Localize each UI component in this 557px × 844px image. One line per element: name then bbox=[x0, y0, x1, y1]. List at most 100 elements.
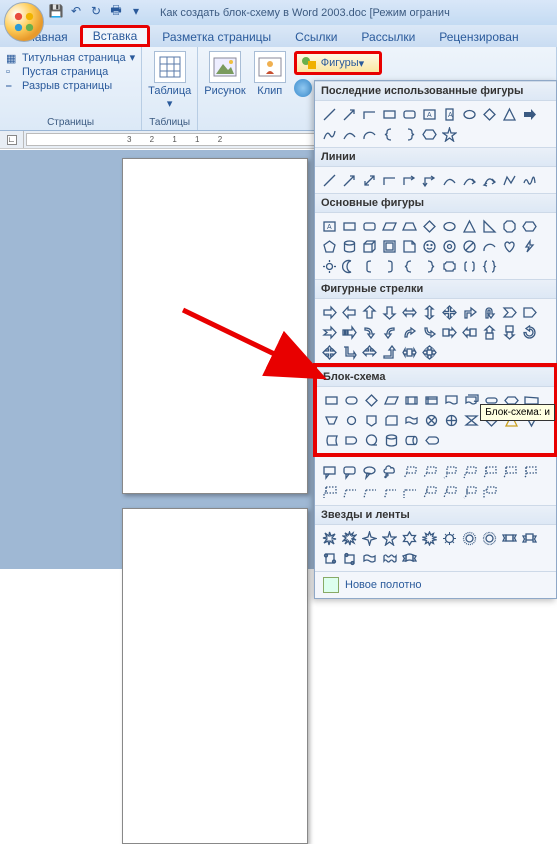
ar-bent[interactable] bbox=[460, 303, 478, 321]
st-curveribbon[interactable] bbox=[400, 549, 418, 567]
st-8pt[interactable] bbox=[420, 529, 438, 547]
b-bolt[interactable] bbox=[520, 237, 538, 255]
ar-call-lr[interactable] bbox=[400, 343, 418, 361]
ruler-toggle[interactable]: ∟ bbox=[7, 135, 17, 145]
ar-lr[interactable] bbox=[400, 303, 418, 321]
line-curve[interactable] bbox=[440, 171, 458, 189]
ar-call-r[interactable] bbox=[440, 323, 458, 341]
fc-data[interactable] bbox=[382, 391, 400, 409]
ar-lrud[interactable] bbox=[320, 343, 338, 361]
b-diamond[interactable] bbox=[420, 217, 438, 235]
shape-star[interactable] bbox=[440, 125, 458, 143]
line-straight[interactable] bbox=[320, 171, 338, 189]
shape-arrow-r[interactable] bbox=[520, 105, 538, 123]
st-scroll-h[interactable] bbox=[340, 549, 358, 567]
line-curve-double[interactable] bbox=[480, 171, 498, 189]
clip-button[interactable]: Клип bbox=[254, 51, 286, 97]
shape-ellipse[interactable] bbox=[460, 105, 478, 123]
fc-directacc[interactable] bbox=[402, 431, 420, 449]
co-l1[interactable] bbox=[400, 463, 418, 481]
b-text[interactable]: A bbox=[320, 217, 338, 235]
line-arrow[interactable] bbox=[340, 171, 358, 189]
line-elbow-arrow[interactable] bbox=[400, 171, 418, 189]
page-break-button[interactable]: ⎯Разрыв страницы bbox=[6, 80, 135, 92]
fc-multidoc[interactable] bbox=[462, 391, 480, 409]
fc-collate[interactable] bbox=[462, 411, 480, 429]
qat-dropdown-icon[interactable]: ▾ bbox=[128, 3, 144, 19]
co-a3[interactable] bbox=[520, 463, 538, 481]
print-icon[interactable]: 🖶 bbox=[108, 3, 124, 19]
ar-call-quad[interactable] bbox=[420, 343, 438, 361]
ar-d[interactable] bbox=[380, 303, 398, 321]
co-l4[interactable] bbox=[460, 463, 478, 481]
b-rbrace2[interactable] bbox=[420, 257, 438, 275]
co-c1[interactable] bbox=[420, 483, 438, 501]
co-a1[interactable] bbox=[480, 463, 498, 481]
ar-ud[interactable] bbox=[420, 303, 438, 321]
co-rect[interactable] bbox=[320, 463, 338, 481]
b-sun[interactable] bbox=[320, 257, 338, 275]
b-ellipse[interactable] bbox=[440, 217, 458, 235]
b-pent[interactable] bbox=[320, 237, 338, 255]
co-a2[interactable] bbox=[500, 463, 518, 481]
ar-pent[interactable] bbox=[520, 303, 538, 321]
fc-tape[interactable] bbox=[402, 411, 420, 429]
tab-insert[interactable]: Вставка bbox=[80, 25, 151, 47]
st-5pt[interactable] bbox=[380, 529, 398, 547]
co-b3[interactable] bbox=[380, 483, 398, 501]
ar-uturn[interactable] bbox=[480, 303, 498, 321]
shape-diamond[interactable] bbox=[480, 105, 498, 123]
shape-vtext[interactable]: A bbox=[440, 105, 458, 123]
ar-r[interactable] bbox=[320, 303, 338, 321]
ar-lru[interactable] bbox=[360, 343, 378, 361]
ar-bentup[interactable] bbox=[380, 343, 398, 361]
fc-stored[interactable] bbox=[322, 431, 340, 449]
fc-offpage[interactable] bbox=[362, 411, 380, 429]
fc-magdisk[interactable] bbox=[382, 431, 400, 449]
new-canvas-button[interactable]: Новое полотно bbox=[315, 571, 556, 598]
shape-arrow[interactable] bbox=[340, 105, 358, 123]
fc-seqacc[interactable] bbox=[362, 431, 380, 449]
b-fold[interactable] bbox=[400, 237, 418, 255]
fc-predef[interactable] bbox=[402, 391, 420, 409]
shape-scribble[interactable] bbox=[320, 125, 338, 143]
st-ribbon2[interactable] bbox=[520, 529, 538, 547]
b-plaque[interactable] bbox=[440, 257, 458, 275]
b-can[interactable] bbox=[340, 237, 358, 255]
st-expl1[interactable] bbox=[320, 529, 338, 547]
line-elbow-double[interactable] bbox=[420, 171, 438, 189]
ar-u[interactable] bbox=[360, 303, 378, 321]
shape-rbrace[interactable] bbox=[400, 125, 418, 143]
shapes-button[interactable]: Фигуры ▾ bbox=[294, 51, 382, 75]
line-curve-arrow[interactable] bbox=[460, 171, 478, 189]
co-round[interactable] bbox=[340, 463, 358, 481]
shape-arc[interactable] bbox=[360, 125, 378, 143]
b-bevel[interactable] bbox=[380, 237, 398, 255]
ar-curve-r[interactable] bbox=[360, 323, 378, 341]
fc-card[interactable] bbox=[382, 411, 400, 429]
ar-call-u[interactable] bbox=[480, 323, 498, 341]
undo-icon[interactable]: ↶ bbox=[68, 3, 84, 19]
b-parallel[interactable] bbox=[380, 217, 398, 235]
b-heart[interactable] bbox=[500, 237, 518, 255]
b-nosym[interactable] bbox=[460, 237, 478, 255]
b-lbrkt[interactable] bbox=[360, 257, 378, 275]
b-arc[interactable] bbox=[480, 237, 498, 255]
shape-lbrace[interactable] bbox=[380, 125, 398, 143]
fc-connect[interactable] bbox=[342, 411, 360, 429]
fc-sum[interactable] bbox=[422, 411, 440, 429]
ar-quad[interactable] bbox=[440, 303, 458, 321]
table-button[interactable]: Таблица ▾ bbox=[148, 51, 191, 110]
b-smile[interactable] bbox=[420, 237, 438, 255]
b-rbrkt[interactable] bbox=[380, 257, 398, 275]
b-tri[interactable] bbox=[460, 217, 478, 235]
shape-textbox[interactable]: A bbox=[420, 105, 438, 123]
st-32pt[interactable] bbox=[480, 529, 498, 547]
shape-roundrect[interactable] bbox=[400, 105, 418, 123]
fc-decision[interactable] bbox=[362, 391, 380, 409]
fc-process[interactable] bbox=[322, 391, 340, 409]
b-dblbrace[interactable] bbox=[480, 257, 498, 275]
co-b1[interactable] bbox=[340, 483, 358, 501]
line-elbow[interactable] bbox=[380, 171, 398, 189]
b-rect[interactable] bbox=[340, 217, 358, 235]
